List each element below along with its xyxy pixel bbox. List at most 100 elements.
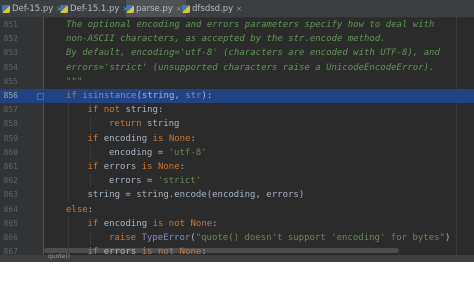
breadcrumb-function[interactable]: quote() [48, 253, 70, 260]
code-line[interactable]: 855 """ [0, 75, 474, 89]
code-token: : [179, 162, 186, 172]
code-token: (string, [136, 91, 186, 101]
code-text: """ [66, 75, 82, 89]
code-token: : [87, 204, 94, 215]
code-token: if [87, 247, 104, 258]
code-token: : [212, 218, 218, 229]
code-token: string [146, 119, 180, 130]
code-token: : [201, 247, 207, 258]
code-token: 'strict' [157, 176, 202, 187]
code-token: string: [125, 105, 164, 116]
code-line[interactable]: 862 errors = 'strict' [0, 174, 474, 189]
code-token: is not [141, 247, 180, 258]
current-code-line[interactable]: 856 if isinstance(string, str): [0, 89, 474, 104]
indent-guide [68, 231, 69, 246]
line-number: 860 [3, 147, 18, 157]
code-text: if encoding is None: [88, 132, 196, 146]
code-text: errors='strict' (unsupported characters … [66, 61, 434, 75]
code-line[interactable]: 867 if errors is not None: [0, 245, 474, 260]
code-line[interactable]: 859 if encoding is None: [0, 131, 474, 146]
code-token: "quote() doesn't support 'encoding' for … [195, 233, 445, 243]
code-token: errors='strict' (unsupported characters … [66, 62, 435, 73]
python-file-icon [60, 4, 68, 13]
python-file-icon [2, 4, 10, 13]
code-line[interactable]: 860 encoding = 'utf-8' [0, 145, 474, 160]
indent-guide [68, 188, 69, 203]
code-line[interactable]: 863 string = string.encode(encoding, erro… [0, 188, 474, 203]
line-number: 863 [3, 190, 18, 200]
tab-file[interactable]: Def-15.1.py× [60, 0, 132, 17]
code-line[interactable]: 854 errors='strict' (unsupported characte… [0, 61, 474, 75]
code-token: isinstance [82, 91, 137, 101]
code-line[interactable]: 858 return string [0, 117, 474, 132]
code-token: By default, encoding='utf-8' (characters… [66, 48, 440, 59]
code-line[interactable]: 865 if encoding is not None: [0, 216, 474, 231]
line-number: 867 [3, 247, 18, 257]
python-file-icon [126, 4, 134, 13]
code-line[interactable]: 851 The optional encoding and errors para… [0, 18, 474, 32]
code-token: if [87, 133, 104, 144]
code-token: if not [87, 105, 126, 116]
tab-bar: Def-15.py×Def-15.1.py×parse.py×dfsdsd.py… [0, 0, 474, 18]
code-text: if errors is None: [88, 160, 186, 174]
code-token: : [190, 133, 196, 144]
tab-file[interactable]: Def-15.py× [2, 0, 66, 17]
line-number: 851 [3, 20, 18, 29]
indent-guide [89, 174, 91, 189]
tab-label: dfsdsd.py [192, 3, 234, 14]
code-line[interactable]: 857 if not string: [0, 103, 474, 118]
line-number: 861 [3, 162, 18, 171]
tab-label: Def-15.1.py [70, 3, 120, 14]
line-number: 862 [3, 176, 18, 186]
close-icon[interactable]: × [236, 5, 242, 13]
code-text: string = string.encode(encoding, errors) [88, 188, 305, 202]
indent-guide [89, 117, 91, 132]
code-token: None [168, 133, 191, 144]
code-token: None [179, 247, 202, 258]
editor-window: Def-15.py×Def-15.1.py×parse.py×dfsdsd.py… [0, 0, 474, 262]
code-token: is not [152, 218, 191, 229]
code-text: raise TypeError("quote() doesn't support… [109, 231, 450, 245]
python-file-icon [182, 4, 190, 13]
code-token: encoding [103, 133, 153, 144]
code-line[interactable]: 864 else: [0, 203, 474, 217]
code-token: 'utf-8' [168, 147, 207, 158]
code-line[interactable]: 853 By default, encoding='utf-8' (charact… [0, 46, 474, 60]
code-text: if not string: [88, 103, 164, 117]
code-token: return [109, 119, 147, 130]
code-line[interactable]: 861 if errors is None: [0, 160, 474, 175]
code-token: str [185, 91, 202, 101]
line-number: 857 [3, 105, 18, 115]
line-number: 858 [3, 119, 18, 129]
indent-guide [89, 145, 91, 160]
line-number: 859 [3, 133, 18, 143]
code-text: return string [109, 117, 179, 131]
line-number: 856 [3, 91, 18, 100]
tab-file[interactable]: parse.py × [126, 0, 186, 17]
code-text: encoding = 'utf-8' [109, 146, 207, 160]
code-text: if errors is not None: [88, 245, 207, 259]
code-token: string = string.encode(encoding, errors) [87, 190, 305, 201]
indent-guide [68, 103, 69, 118]
code-token: is [152, 133, 169, 144]
indent-guide [68, 160, 69, 175]
line-number: 853 [3, 48, 18, 58]
line-number: 852 [3, 34, 18, 44]
code-token: None [157, 162, 180, 172]
indent-guide [68, 174, 69, 189]
code-token: encoding [103, 218, 153, 229]
line-number: 854 [3, 62, 18, 72]
code-token: raise [109, 233, 142, 243]
code-text: By default, encoding='utf-8' (characters… [66, 46, 440, 60]
indent-guide [68, 216, 69, 231]
fold-marker-icon[interactable] [37, 93, 44, 100]
code-line[interactable]: 852 non-ASCII characters, as accepted by … [0, 32, 474, 46]
close-icon[interactable]: × [176, 5, 182, 13]
tab-file[interactable]: dfsdsd.py × [182, 0, 246, 17]
code-token: ) [444, 233, 451, 243]
indent-guide [68, 131, 69, 146]
line-number: 855 [3, 76, 18, 86]
code-token: errors [103, 162, 142, 172]
code-line[interactable]: 866 raise TypeError("quote() doesn't supp… [0, 231, 474, 246]
code-token: """ [66, 76, 83, 87]
